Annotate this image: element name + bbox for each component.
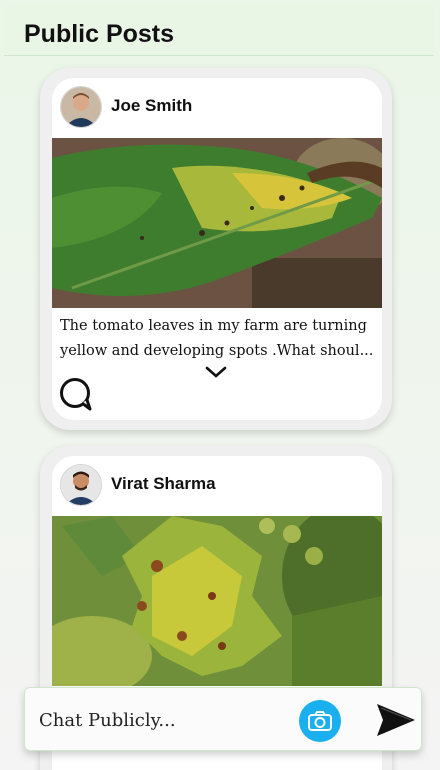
post-card[interactable]: Joe Smith The tomato leaves in my farm a…	[40, 68, 392, 430]
camera-button[interactable]	[299, 700, 341, 742]
avatar[interactable]	[60, 86, 102, 128]
post-author[interactable]: Virat Sharma	[111, 474, 216, 494]
camera-icon	[308, 711, 332, 731]
post-card-body: Joe Smith The tomato leaves in my farm a…	[52, 78, 382, 420]
post-author[interactable]: Joe Smith	[111, 96, 192, 116]
send-button[interactable]	[375, 700, 417, 740]
chevron-down-icon[interactable]	[204, 364, 228, 380]
grape-leaf-photo[interactable]	[52, 516, 382, 686]
app-header: Public Posts	[4, 4, 434, 56]
send-icon	[377, 704, 415, 736]
comment-icon[interactable]	[58, 376, 94, 412]
avatar[interactable]	[60, 464, 102, 506]
page-title: Public Posts	[24, 20, 175, 48]
tomato-leaf-photo[interactable]	[52, 138, 382, 308]
chat-input[interactable]	[37, 704, 291, 736]
chat-bar	[24, 687, 422, 751]
posts-feed[interactable]: Joe Smith The tomato leaves in my farm a…	[0, 56, 440, 770]
post-caption: The tomato leaves in my farm are turning…	[60, 318, 374, 359]
